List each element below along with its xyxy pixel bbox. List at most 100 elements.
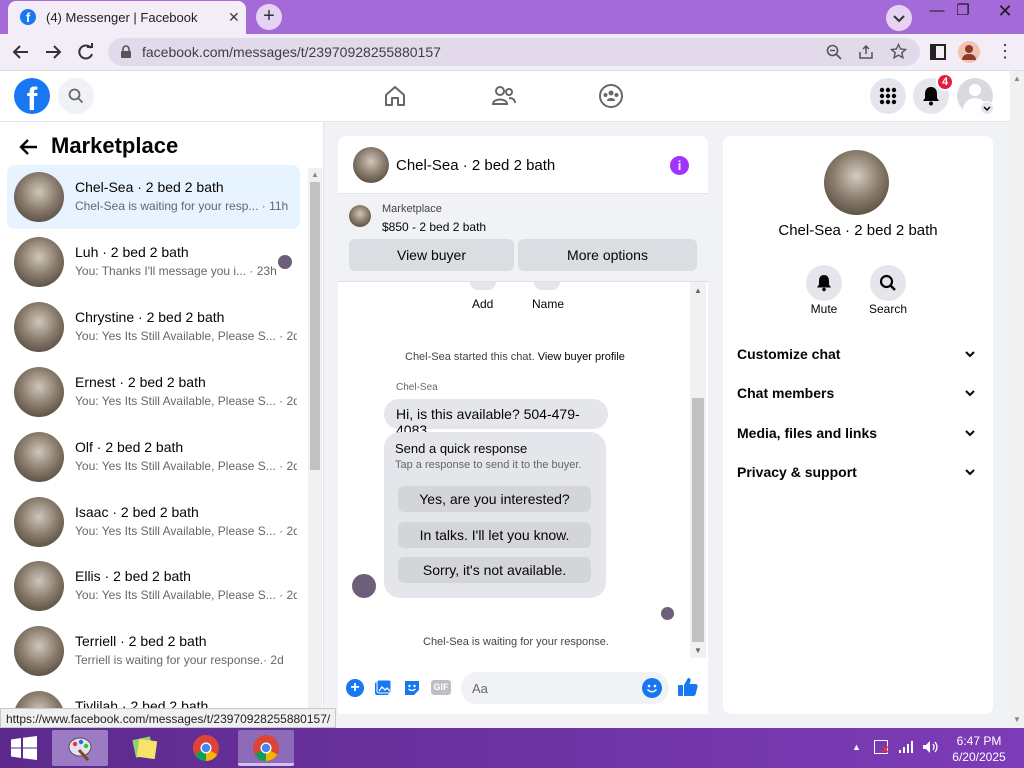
conversation-item[interactable]: Ernest · 2 bed 2 bath You: Yes Its Still… <box>7 360 300 424</box>
conversation-item[interactable]: Olf · 2 bed 2 bath You: Yes Its Still Av… <box>7 425 300 489</box>
taskbar-sticky-notes-icon[interactable] <box>116 730 172 766</box>
listing-thumbnail[interactable] <box>349 205 371 227</box>
share-icon[interactable] <box>858 44 874 60</box>
mute-button[interactable] <box>806 265 842 301</box>
chat-avatar[interactable] <box>353 147 389 183</box>
scroll-down-arrow-icon[interactable]: ▼ <box>1013 715 1021 724</box>
search-button[interactable] <box>58 78 94 114</box>
menu-button[interactable] <box>870 78 906 114</box>
scrollbar-thumb[interactable] <box>310 182 320 470</box>
profile-avatar-icon[interactable] <box>958 41 980 63</box>
thumbs-up-icon[interactable] <box>677 676 699 698</box>
plus-icon[interactable]: + <box>346 679 364 697</box>
add-contact-icon[interactable] <box>470 282 496 290</box>
forward-button[interactable] <box>42 42 64 62</box>
restore-button[interactable]: ❐ <box>946 0 980 24</box>
quick-reply-button[interactable]: Sorry, it's not available. <box>398 557 591 583</box>
sticker-icon[interactable] <box>403 679 421 697</box>
scroll-up-arrow-icon[interactable]: ▲ <box>694 286 702 295</box>
tab-search-button[interactable] <box>886 5 912 31</box>
back-button[interactable] <box>10 42 32 62</box>
chat-title[interactable]: Chel-Sea · 2 bed 2 bath <box>396 157 555 174</box>
windows-start-icon[interactable] <box>10 736 38 760</box>
message-bubble[interactable]: Hi, is this available? 504-479-4083 <box>384 399 608 438</box>
scroll-up-arrow-icon[interactable]: ▲ <box>311 170 319 179</box>
taskbar-chrome-icon[interactable] <box>178 730 234 766</box>
name-label: Name <box>532 297 565 311</box>
nav-home-button[interactable] <box>383 84 407 108</box>
gif-icon[interactable]: GIF <box>431 680 451 695</box>
browser-tab[interactable]: f (4) Messenger | Facebook ✕ <box>8 1 246 34</box>
read-receipt-avatar <box>278 255 292 269</box>
mute-label: Mute <box>810 302 838 316</box>
search-in-chat-button[interactable] <box>870 265 906 301</box>
section-media-files-links[interactable]: Media, files and links <box>737 425 877 441</box>
conversation-name: Ernest · 2 bed 2 bath <box>75 374 206 390</box>
browser-menu-icon[interactable]: ⋮ <box>996 42 1014 62</box>
conversation-item[interactable]: Chel-Sea · 2 bed 2 bath Chel-Sea is wait… <box>7 165 300 229</box>
photo-icon[interactable] <box>374 679 392 697</box>
nav-friends-button[interactable] <box>491 84 517 108</box>
zoom-icon[interactable] <box>826 44 842 60</box>
conversation-item[interactable]: Chrystine · 2 bed 2 bath You: Yes Its St… <box>7 295 300 359</box>
conversation-item[interactable]: Ellis · 2 bed 2 bath You: Yes Its Still … <box>7 554 300 618</box>
section-privacy-support[interactable]: Privacy & support <box>737 464 857 480</box>
clock-time: 6:47 PM <box>956 734 1002 748</box>
sender-avatar[interactable] <box>352 574 376 598</box>
taskbar-paint-app-icon[interactable] <box>52 730 108 766</box>
arrow-left-icon <box>12 45 28 59</box>
close-window-button[interactable]: ✕ <box>986 0 1024 24</box>
view-buyer-button[interactable]: View buyer <box>349 239 514 271</box>
profile-name: Chel-Sea · 2 bed 2 bath <box>778 222 938 239</box>
chevron-down-icon[interactable] <box>962 346 978 362</box>
nav-groups-button[interactable] <box>598 83 624 109</box>
chevron-down-icon[interactable] <box>962 464 978 480</box>
avatar <box>14 302 64 352</box>
side-panel-icon[interactable] <box>930 44 946 60</box>
message-input[interactable]: Aa <box>461 672 669 704</box>
section-customize-chat[interactable]: Customize chat <box>737 346 840 362</box>
section-chat-members[interactable]: Chat members <box>737 385 834 401</box>
back-to-chats-button[interactable] <box>18 136 40 158</box>
omnibox[interactable]: facebook.com/messages/t/2397092825588015… <box>108 38 920 66</box>
notification-badge: 4 <box>936 73 954 91</box>
new-tab-button[interactable]: + <box>256 4 282 30</box>
tray-expand-icon[interactable]: ▲ <box>852 742 861 752</box>
listing-title[interactable]: $850 - 2 bed 2 bath <box>382 220 486 234</box>
scrollbar-thumb[interactable] <box>692 398 704 642</box>
conversation-item[interactable]: Isaac · 2 bed 2 bath You: Yes Its Still … <box>7 490 300 554</box>
quick-response-subtitle: Tap a response to send it to the buyer. <box>395 459 582 471</box>
reload-button[interactable] <box>75 42 97 62</box>
chevron-down-icon <box>893 15 905 23</box>
chevron-down-icon[interactable] <box>962 425 978 441</box>
name-edit-icon[interactable] <box>534 282 560 290</box>
taskbar-chrome-active-icon[interactable] <box>238 730 294 766</box>
page-scrollbar[interactable] <box>1010 71 1024 728</box>
account-chevron-icon[interactable] <box>980 101 994 115</box>
read-receipt-avatar <box>661 607 674 620</box>
more-options-button[interactable]: More options <box>518 239 697 271</box>
star-icon[interactable] <box>890 43 907 60</box>
scroll-down-arrow-icon[interactable]: ▼ <box>694 646 702 655</box>
arrow-left-icon <box>19 139 37 155</box>
chevron-down-icon[interactable] <box>962 385 978 401</box>
taskbar-clock[interactable]: 6:47 PM 6/20/2025 <box>946 733 1012 765</box>
profile-avatar[interactable] <box>824 150 889 215</box>
tray-flag-icon[interactable]: ✕ <box>874 740 889 756</box>
scroll-up-arrow-icon[interactable]: ▲ <box>1013 74 1021 83</box>
emoji-icon[interactable] <box>642 678 662 698</box>
quick-reply-button[interactable]: In talks. I'll let you know. <box>398 522 591 548</box>
network-icon[interactable] <box>898 740 914 754</box>
facebook-logo-icon[interactable]: f <box>14 78 50 114</box>
volume-icon[interactable] <box>922 740 940 754</box>
conversation-item[interactable]: Terriell · 2 bed 2 bath Terriell is wait… <box>7 619 300 683</box>
tab-title: (4) Messenger | Facebook <box>46 10 198 25</box>
avatar <box>14 432 64 482</box>
tab-close-icon[interactable]: ✕ <box>228 9 240 26</box>
conversation-item[interactable]: Luh · 2 bed 2 bath You: Thanks I'll mess… <box>7 230 300 294</box>
conversation-item[interactable]: Tiylilah · 2 bed 2 bath <box>7 684 300 708</box>
arrow-right-icon <box>46 45 62 59</box>
info-icon[interactable]: i <box>670 156 689 175</box>
quick-reply-button[interactable]: Yes, are you interested? <box>398 486 591 512</box>
view-buyer-profile-link[interactable]: View buyer profile <box>538 351 625 363</box>
